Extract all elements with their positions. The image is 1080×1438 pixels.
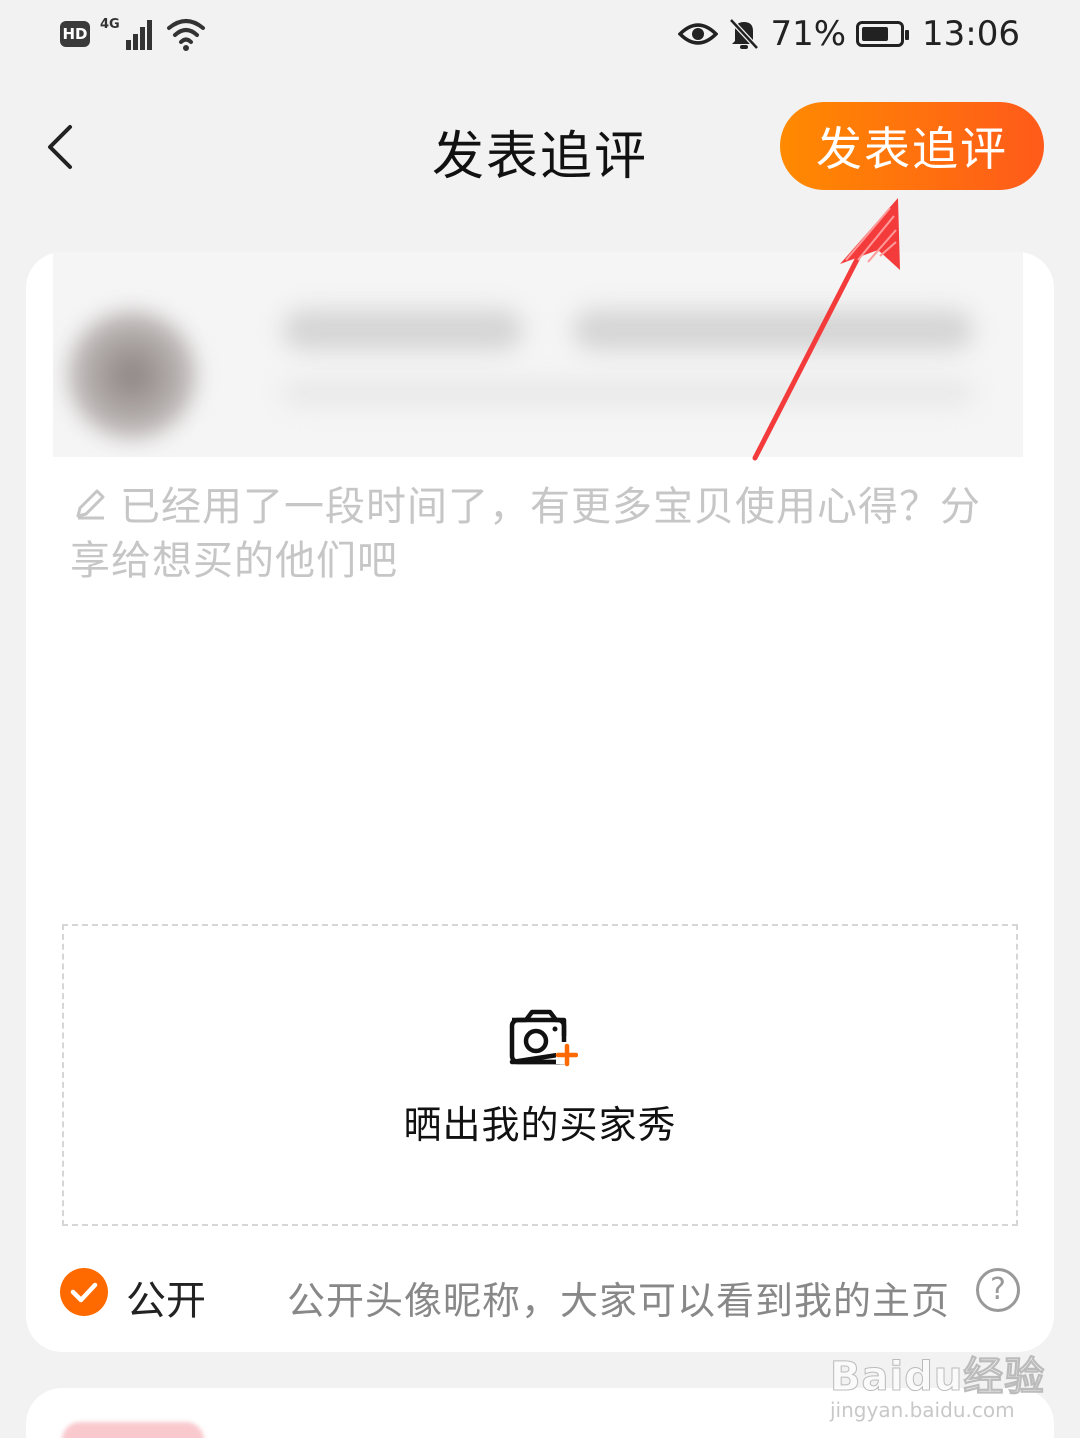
review-card: 已经用了一段时间了，有更多宝贝使用心得？分享给想买的他们吧 晒出我的买家秀 公开	[26, 252, 1054, 1352]
eye-icon	[678, 23, 719, 45]
question-icon[interactable]: ?	[976, 1268, 1020, 1312]
wifi-icon	[167, 19, 205, 51]
comment-placeholder: 已经用了一段时间了，有更多宝贝使用心得？分享给想买的他们吧	[70, 484, 981, 584]
clock: 13:06	[922, 14, 1020, 54]
product-summary-blurred	[53, 252, 1023, 457]
status-left: HD 4G	[60, 16, 206, 52]
battery-percent: 71%	[770, 14, 847, 54]
public-label: 公开	[126, 1278, 206, 1324]
blurred-text	[283, 382, 973, 404]
privacy-description: 公开头像昵称，大家可以看到我的主页	[286, 1279, 950, 1323]
blurred-text	[573, 310, 973, 350]
signal-icon: 4G	[100, 17, 152, 50]
baidu-watermark: Baidu经验 jingyan.baidu.com	[829, 1344, 1046, 1423]
product-thumbnail	[67, 310, 197, 440]
privacy-row: 公开 公开头像昵称，大家可以看到我的主页 ?	[60, 1264, 1020, 1324]
camera-plus-icon	[509, 1009, 578, 1067]
battery-icon	[856, 21, 910, 47]
watermark-sub: jingyan.baidu.com	[830, 1398, 1015, 1422]
bell-muted-icon	[729, 18, 760, 50]
header: 发表追评 发表追评	[0, 90, 1080, 210]
blurred-text	[283, 310, 523, 350]
comment-input[interactable]: 已经用了一段时间了，有更多宝贝使用心得？分享给想买的他们吧	[70, 480, 1010, 588]
blurred-tag	[62, 1422, 204, 1438]
status-right: 71% 13:06	[678, 14, 1020, 54]
checkmark-icon	[70, 1282, 98, 1303]
page: HD 4G 71% 13:06 发表追评 发表追评 已经用了一段时间了，有更多宝…	[0, 0, 1080, 1438]
upload-label: 晒出我的买家秀	[403, 1103, 677, 1147]
public-checkbox[interactable]	[60, 1268, 108, 1316]
upload-photo-area[interactable]: 晒出我的买家秀	[62, 924, 1018, 1226]
pencil-icon	[76, 489, 105, 520]
battery-fill	[862, 27, 889, 41]
network-type: 4G	[100, 17, 120, 32]
status-bar: HD 4G 71% 13:06	[0, 0, 1080, 80]
publish-followup-button[interactable]: 发表追评	[780, 102, 1044, 190]
watermark-main: Baidu经验	[829, 1354, 1046, 1401]
hd-badge: HD	[60, 21, 90, 47]
